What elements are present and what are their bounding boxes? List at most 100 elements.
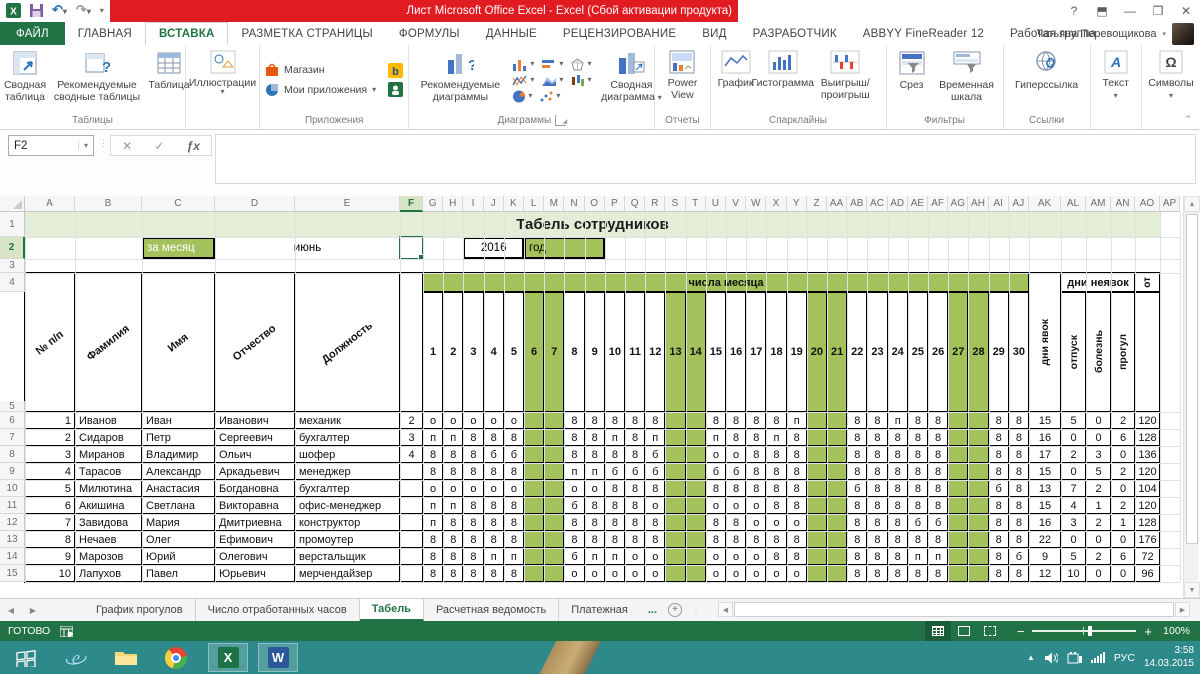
cell-day-28[interactable] bbox=[968, 531, 988, 548]
cell-sick[interactable]: 1 bbox=[1086, 497, 1111, 514]
cell-day-3[interactable]: 8 bbox=[463, 463, 483, 480]
cell-day-17[interactable]: 8 bbox=[746, 412, 766, 429]
cell-day-28[interactable] bbox=[968, 565, 988, 582]
formula-input[interactable] bbox=[215, 134, 1196, 184]
column-header-AL[interactable]: AL bbox=[1061, 196, 1086, 212]
qat-customize-icon[interactable]: ▾ bbox=[100, 6, 104, 15]
cell-extra[interactable]: 2 bbox=[400, 412, 423, 429]
cell-day-19[interactable]: 8 bbox=[787, 497, 807, 514]
cell-day-9[interactable]: 8 bbox=[585, 429, 605, 446]
cell-day-3[interactable]: 8 bbox=[463, 429, 483, 446]
row-header-6[interactable]: 6 bbox=[0, 412, 25, 429]
new-sheet-icon[interactable]: + bbox=[665, 599, 685, 621]
taskbar-word-icon[interactable]: W bbox=[258, 643, 298, 672]
cell-day-1[interactable]: о bbox=[423, 480, 443, 497]
row-header-7[interactable]: 7 bbox=[0, 429, 25, 446]
slicer-button[interactable]: Срез bbox=[890, 47, 934, 113]
day-header-11[interactable]: 11 bbox=[625, 292, 645, 412]
cell-position[interactable]: верстальщик bbox=[295, 548, 400, 565]
formula-bar-splitter[interactable]: ⋮ bbox=[99, 138, 109, 149]
cell-day-29[interactable]: 8 bbox=[989, 446, 1009, 463]
cell-day-9[interactable]: 8 bbox=[585, 497, 605, 514]
select-all-corner[interactable] bbox=[0, 196, 25, 212]
cell-day-6[interactable] bbox=[524, 429, 544, 446]
cell-day-26[interactable]: б bbox=[928, 514, 948, 531]
cell-day-1[interactable]: п bbox=[423, 514, 443, 531]
cell-day-4[interactable]: о bbox=[484, 412, 504, 429]
row-header-8[interactable]: 8 bbox=[0, 446, 25, 463]
cell-day-27[interactable] bbox=[948, 412, 968, 429]
column-header-U[interactable]: U bbox=[706, 196, 726, 212]
zoom-slider[interactable] bbox=[1032, 630, 1136, 632]
cell-day-25[interactable]: б bbox=[908, 514, 928, 531]
header-отпуск[interactable]: отпуск bbox=[1061, 292, 1086, 412]
cell-day-14[interactable] bbox=[686, 565, 706, 582]
zoom-slider-handle[interactable] bbox=[1088, 626, 1092, 636]
column-header-M[interactable]: M bbox=[544, 196, 564, 212]
cell-day-11[interactable]: о bbox=[625, 565, 645, 582]
cell-position[interactable]: офис-менеджер bbox=[295, 497, 400, 514]
cell-sick[interactable]: 0 bbox=[1086, 429, 1111, 446]
cell-day-15[interactable]: 8 bbox=[706, 514, 726, 531]
recommended-charts-button[interactable]: ? Рекомендуемые диаграммы bbox=[412, 47, 508, 113]
cell-day-29[interactable]: 8 bbox=[989, 565, 1009, 582]
column-header-AN[interactable]: AN bbox=[1111, 196, 1135, 212]
cell-day-16[interactable]: б bbox=[726, 463, 746, 480]
cell-name[interactable]: Анастасия bbox=[142, 480, 215, 497]
cell-day-20[interactable] bbox=[807, 446, 827, 463]
cell-day-5[interactable]: 8 bbox=[504, 514, 524, 531]
cell-day-24[interactable]: 8 bbox=[888, 480, 908, 497]
cell-day-10[interactable]: п bbox=[605, 429, 625, 446]
cell-day-30[interactable]: 8 bbox=[1009, 429, 1029, 446]
cell-sick[interactable]: 0 bbox=[1086, 565, 1111, 582]
more-sheets-indicator[interactable]: ... bbox=[640, 599, 665, 621]
active-cell-F2[interactable] bbox=[399, 236, 424, 260]
redo-icon[interactable]: ↷▾ bbox=[76, 2, 91, 18]
cell-day-18[interactable]: п bbox=[766, 429, 786, 446]
cell-day-2[interactable]: 8 bbox=[443, 463, 463, 480]
scroll-down-icon[interactable]: ▼ bbox=[1184, 582, 1200, 598]
cell-day-17[interactable]: о bbox=[746, 565, 766, 582]
column-header-P[interactable]: P bbox=[605, 196, 625, 212]
day-header-22[interactable]: 22 bbox=[847, 292, 867, 412]
cell-surname[interactable]: Тарасов bbox=[75, 463, 142, 480]
cell-num[interactable]: 4 bbox=[25, 463, 75, 480]
cell-day-7[interactable] bbox=[544, 514, 564, 531]
column-header-AB[interactable]: AB bbox=[847, 196, 867, 212]
cell-patronymic[interactable]: Олегович bbox=[215, 548, 295, 565]
undo-icon[interactable]: ↶▾ bbox=[52, 2, 67, 18]
cell-day-16[interactable]: о bbox=[726, 497, 746, 514]
tab-formulas[interactable]: ФОРМУЛЫ bbox=[386, 22, 473, 45]
cell-attend[interactable]: 16 bbox=[1029, 514, 1061, 531]
cell-day-14[interactable] bbox=[686, 514, 706, 531]
cell-extra[interactable] bbox=[400, 548, 423, 565]
cell-day-2[interactable]: 8 bbox=[443, 446, 463, 463]
taskbar-excel-icon[interactable]: X bbox=[208, 643, 248, 672]
cell-day-28[interactable] bbox=[968, 514, 988, 531]
battery-icon[interactable] bbox=[1067, 652, 1082, 664]
sheet-tab-grafik[interactable]: График прогулов bbox=[84, 599, 196, 621]
row-header-1[interactable]: 1 bbox=[0, 212, 25, 237]
header-Отчество[interactable]: Отчество bbox=[215, 273, 295, 412]
cell-day-17[interactable]: о bbox=[746, 497, 766, 514]
row-header-3[interactable]: 3 bbox=[0, 259, 25, 273]
row-header-9[interactable]: 9 bbox=[0, 463, 25, 480]
cell-day-4[interactable]: 8 bbox=[484, 514, 504, 531]
cell-day-12[interactable]: о bbox=[645, 565, 665, 582]
tray-expand-icon[interactable]: ▲ bbox=[1027, 653, 1035, 662]
column-header-T[interactable]: T bbox=[686, 196, 706, 212]
power-view-button[interactable]: Power View bbox=[658, 47, 706, 113]
day-header-20[interactable]: 20 bbox=[807, 292, 827, 412]
cell-day-13[interactable] bbox=[665, 463, 685, 480]
cell-day-13[interactable] bbox=[665, 480, 685, 497]
cell-day-17[interactable]: 8 bbox=[746, 531, 766, 548]
cell-day-17[interactable]: о bbox=[746, 514, 766, 531]
cell-extra[interactable] bbox=[400, 514, 423, 531]
sheet-tab-chislo[interactable]: Число отработанных часов bbox=[196, 599, 360, 621]
cell-day-29[interactable]: 8 bbox=[989, 412, 1009, 429]
cell-surname[interactable]: Нечаев bbox=[75, 531, 142, 548]
cell-position[interactable]: механик bbox=[295, 412, 400, 429]
cell-day-30[interactable]: 8 bbox=[1009, 412, 1029, 429]
cell-day-7[interactable] bbox=[544, 463, 564, 480]
cell-day-27[interactable] bbox=[948, 497, 968, 514]
